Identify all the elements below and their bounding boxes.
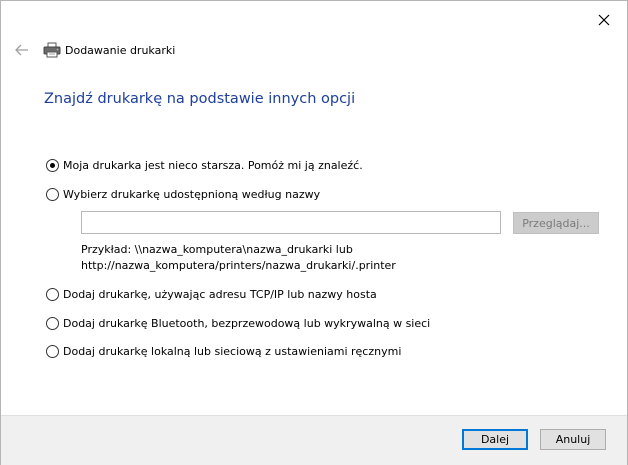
cancel-button[interactable]: Anuluj bbox=[540, 429, 606, 450]
option-label: Dodaj drukarkę, używając adresu TCP/IP l… bbox=[63, 287, 377, 301]
printer-name-input[interactable] bbox=[81, 211, 501, 234]
back-button[interactable] bbox=[12, 41, 32, 59]
close-icon bbox=[598, 14, 610, 26]
option-label: Moja drukarka jest nieco starsza. Pomóż … bbox=[63, 158, 363, 172]
back-arrow-icon bbox=[15, 44, 28, 56]
option-bluetooth-wireless[interactable]: Dodaj drukarkę Bluetooth, bezprzewodową … bbox=[46, 315, 430, 331]
option-label: Wybierz drukarkę udostępnioną według naz… bbox=[63, 187, 321, 201]
option-label: Dodaj drukarkę lokalną lub sieciową z us… bbox=[63, 344, 402, 358]
option-local-manual[interactable]: Dodaj drukarkę lokalną lub sieciową z us… bbox=[46, 343, 401, 359]
radio-button[interactable] bbox=[46, 287, 59, 301]
radio-button[interactable] bbox=[46, 187, 59, 201]
browse-button[interactable]: Przeglądaj... bbox=[513, 212, 599, 234]
radio-button[interactable] bbox=[46, 344, 59, 358]
add-printer-dialog: Dodawanie drukarki Znajdź drukarkę na po… bbox=[0, 0, 628, 465]
example-line-1: Przykład: \\nazwa_komputera\nazwa_drukar… bbox=[81, 243, 353, 256]
window-title: Dodawanie drukarki bbox=[65, 44, 176, 57]
option-shared-printer-by-name[interactable]: Wybierz drukarkę udostępnioną według naz… bbox=[46, 186, 320, 202]
option-older-printer[interactable]: Moja drukarka jest nieco starsza. Pomóż … bbox=[46, 157, 363, 173]
example-line-2: http://nazwa_komputera/printers/nazwa_dr… bbox=[81, 259, 396, 272]
next-button[interactable]: Dalej bbox=[462, 429, 528, 450]
radio-button[interactable] bbox=[46, 316, 59, 330]
printer-icon bbox=[43, 42, 61, 58]
page-heading: Znajdź drukarkę na podstawie innych opcj… bbox=[44, 91, 356, 107]
example-text: Przykład: \\nazwa_komputera\nazwa_drukar… bbox=[81, 242, 396, 274]
option-tcpip[interactable]: Dodaj drukarkę, używając adresu TCP/IP l… bbox=[46, 286, 377, 302]
dialog-footer: Dalej Anuluj bbox=[1, 415, 627, 465]
option-label: Dodaj drukarkę Bluetooth, bezprzewodową … bbox=[63, 316, 431, 330]
close-button[interactable] bbox=[589, 7, 619, 33]
radio-button-selected[interactable] bbox=[46, 158, 59, 172]
